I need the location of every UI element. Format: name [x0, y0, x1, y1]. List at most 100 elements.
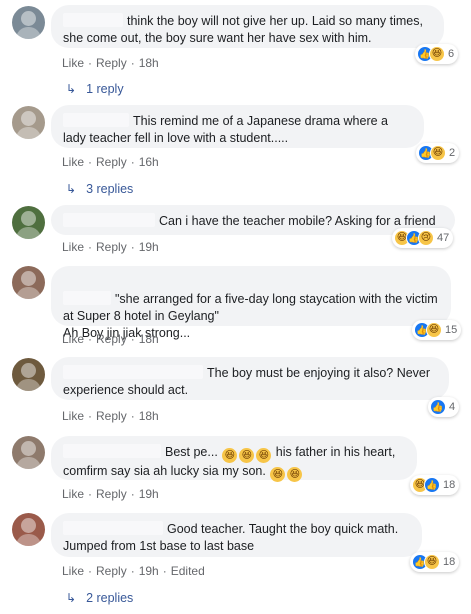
laughing-emoji-icon: 😆 — [287, 467, 303, 482]
laughing-emoji-icon: 😆 — [270, 467, 286, 482]
like-link[interactable]: Like — [62, 240, 84, 254]
hidden-author-name — [63, 444, 161, 458]
reply-link[interactable]: Reply — [96, 487, 127, 501]
reply-link[interactable]: Reply — [96, 155, 127, 169]
reply-link[interactable]: Reply — [96, 409, 127, 423]
comment-actions: Like · Reply · 18h — [62, 409, 159, 423]
separator: · — [130, 409, 135, 423]
avatar[interactable] — [12, 266, 45, 299]
edited-label[interactable]: Edited — [171, 564, 205, 578]
timestamp[interactable]: 18h — [139, 332, 159, 346]
avatar[interactable] — [12, 206, 45, 239]
hidden-author-name — [63, 13, 123, 27]
replies-count[interactable]: 2 replies — [86, 591, 133, 605]
reactions-summary[interactable]: 👍 4 — [428, 397, 460, 417]
comment-actions: Like · Reply · 19h — [62, 240, 159, 254]
laughing-emoji-icon: 😆 — [239, 448, 255, 463]
view-replies-link[interactable]: ↳ 1 reply — [66, 82, 124, 96]
comment-bubble: Good teacher. Taught the boy quick math.… — [51, 513, 422, 557]
hidden-author-name — [63, 365, 203, 379]
avatar[interactable] — [12, 436, 45, 469]
reactions-summary[interactable]: 👍 😆 18 — [410, 552, 460, 572]
avatar[interactable] — [12, 6, 45, 39]
haha-icon: 😆 — [429, 46, 445, 62]
replies-count[interactable]: 1 reply — [86, 82, 124, 96]
laughing-emoji-icon: 😆 — [222, 448, 238, 463]
separator: · — [88, 409, 93, 423]
view-replies-link[interactable]: ↳ 3 replies — [66, 182, 133, 196]
comment-bubble: "she arranged for a five-day long stayca… — [51, 266, 451, 340]
reaction-count: 18 — [443, 479, 456, 491]
reply-link[interactable]: Reply — [96, 332, 127, 346]
hidden-author-name — [63, 113, 129, 127]
separator: · — [130, 56, 135, 70]
reply-link[interactable]: Reply — [96, 564, 127, 578]
separator: · — [130, 332, 135, 346]
hidden-author-name — [63, 213, 155, 227]
timestamp[interactable]: 19h — [139, 487, 159, 501]
reply-arrow-icon: ↳ — [66, 82, 77, 96]
reply-arrow-icon: ↳ — [66, 182, 77, 196]
separator: · — [130, 240, 135, 254]
separator: · — [130, 564, 135, 578]
reply-arrow-icon: ↳ — [66, 591, 77, 605]
avatar[interactable] — [12, 513, 45, 546]
like-icon: 👍 — [430, 399, 446, 415]
timestamp[interactable]: 16h — [139, 155, 159, 169]
separator: · — [130, 487, 135, 501]
comment-actions: Like · Reply · 18h — [62, 332, 159, 346]
separator: · — [88, 240, 93, 254]
like-link[interactable]: Like — [62, 56, 84, 70]
comment-text-start: Best pe... — [165, 445, 218, 459]
like-icon: 👍 — [424, 477, 440, 493]
timestamp[interactable]: 18h — [139, 56, 159, 70]
like-link[interactable]: Like — [62, 564, 84, 578]
laughing-emoji-icon: 😆 — [256, 448, 272, 463]
reaction-count: 2 — [449, 147, 456, 159]
view-replies-link[interactable]: ↳ 2 replies — [66, 591, 133, 605]
like-link[interactable]: Like — [62, 487, 84, 501]
avatar[interactable] — [12, 358, 45, 391]
hidden-author-name — [63, 521, 163, 535]
like-link[interactable]: Like — [62, 409, 84, 423]
timestamp[interactable]: 19h — [139, 564, 159, 578]
reactions-summary[interactable]: 👍 😆 2 — [416, 143, 460, 163]
hidden-author-name — [63, 291, 111, 305]
timestamp[interactable]: 19h — [139, 240, 159, 254]
sad-icon: 😢 — [418, 230, 434, 246]
comment-actions: Like · Reply · 19h — [62, 487, 159, 501]
reply-link[interactable]: Reply — [96, 56, 127, 70]
replies-count[interactable]: 3 replies — [86, 182, 133, 196]
separator: · — [162, 564, 167, 578]
like-link[interactable]: Like — [62, 332, 84, 346]
reaction-count: 4 — [449, 401, 456, 413]
reaction-count: 6 — [448, 48, 455, 60]
avatar[interactable] — [12, 106, 45, 139]
separator: · — [130, 155, 135, 169]
haha-icon: 😆 — [426, 322, 442, 338]
comment-actions: Like · Reply · 19h · Edited — [62, 564, 205, 578]
haha-icon: 😆 — [424, 554, 440, 570]
comment-bubble: Best pe... 😆 😆 😆 his father in his heart, … — [51, 436, 417, 482]
timestamp[interactable]: 18h — [139, 409, 159, 423]
comment-actions: Like · Reply · 18h — [62, 56, 159, 70]
separator: · — [88, 487, 93, 501]
comment-bubble: The boy must be enjoying it also? Never … — [51, 357, 449, 400]
reply-link[interactable]: Reply — [96, 240, 127, 254]
like-link[interactable]: Like — [62, 155, 84, 169]
separator: · — [88, 56, 93, 70]
haha-icon: 😆 — [430, 145, 446, 161]
reaction-count: 15 — [445, 324, 458, 336]
comment-bubble: think the boy will not give her up. Laid… — [51, 5, 444, 48]
comment-text: Can i have the teacher mobile? Asking fo… — [159, 214, 436, 228]
separator: · — [88, 564, 93, 578]
reactions-summary[interactable]: 👍 😆 15 — [412, 320, 462, 340]
separator: · — [88, 332, 93, 346]
reaction-count: 47 — [437, 232, 450, 244]
comment-bubble: This remind me of a Japanese drama where… — [51, 105, 424, 148]
reactions-summary[interactable]: 😆 👍 😢 47 — [392, 228, 454, 248]
reactions-summary[interactable]: 😆 👍 18 — [410, 475, 460, 495]
reactions-summary[interactable]: 👍 😆 6 — [415, 44, 459, 64]
reaction-count: 18 — [443, 556, 456, 568]
separator: · — [88, 155, 93, 169]
